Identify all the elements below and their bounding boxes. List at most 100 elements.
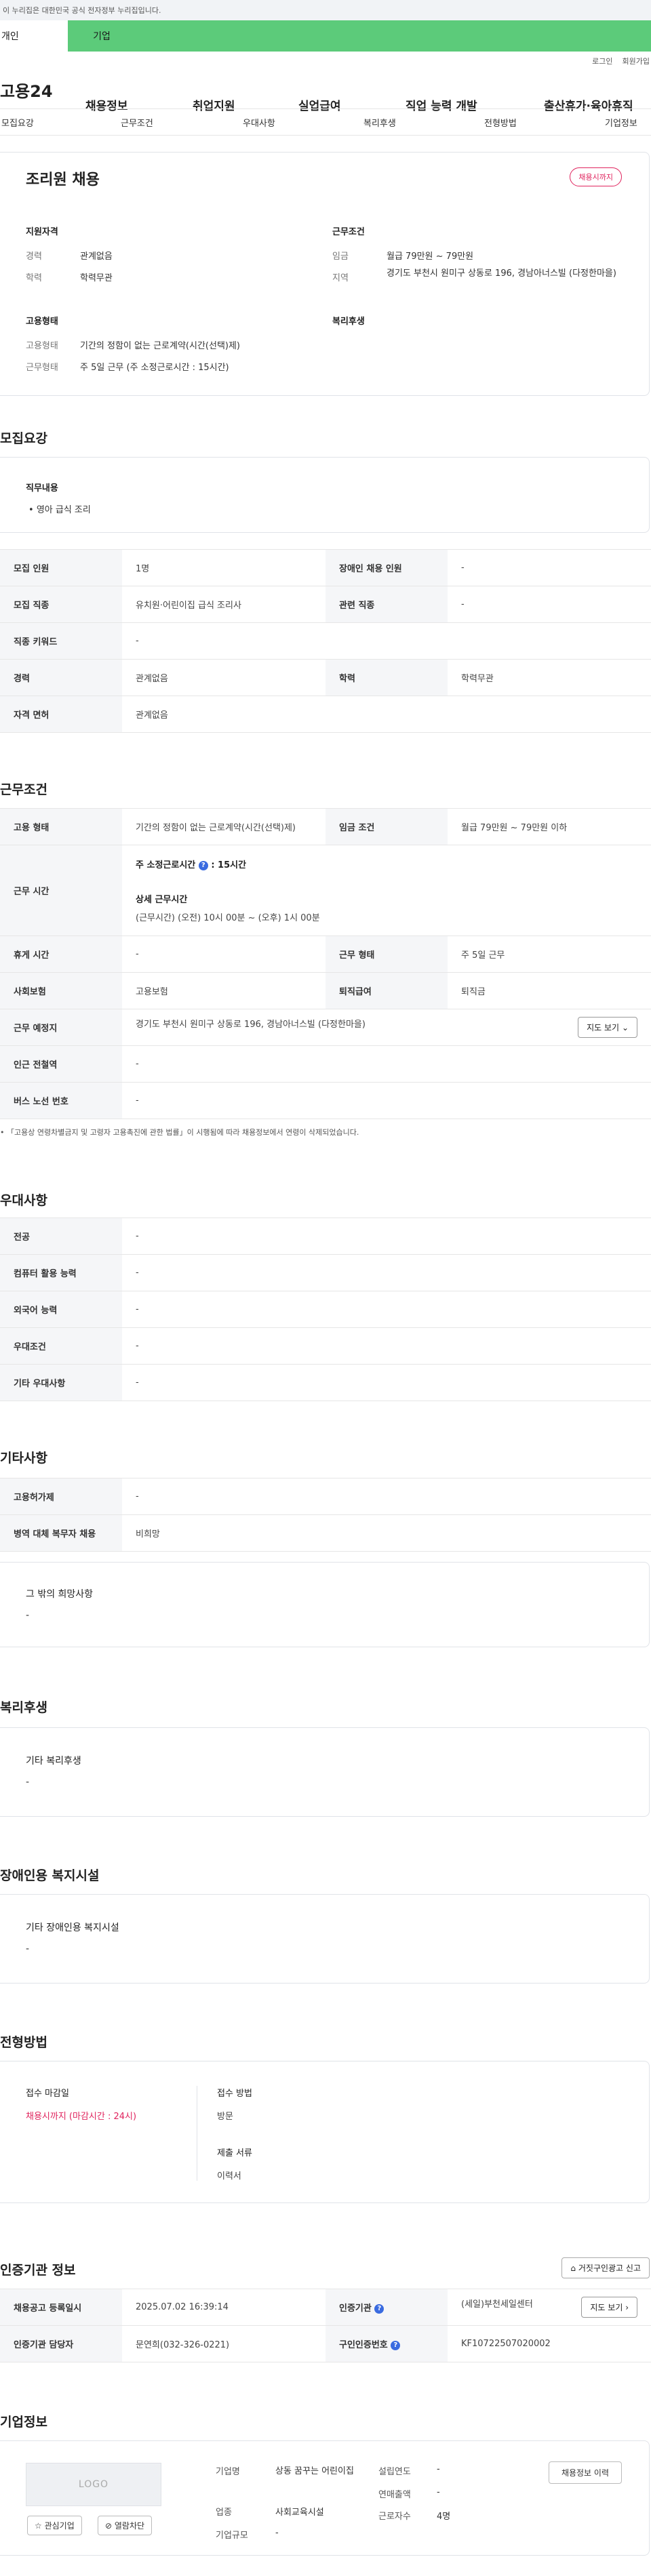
table-row: 경력 관계없음 학력 학력무관 <box>0 659 651 696</box>
table-row: 모집 직종 유치원·어린이집 급식 조리사 관련 직종 - <box>0 586 651 623</box>
block-button-label: 열람차단 <box>114 2521 145 2531</box>
table-cell: 주 5일 근무 <box>448 935 651 973</box>
table-cell: 기간의 정함이 없는 근로계약(시간(선택)제) <box>122 808 326 845</box>
table-cell: - <box>122 1291 651 1328</box>
hours-weekly-value: : 15시간 <box>211 860 247 870</box>
agency-map-button-label: 지도 보기 <box>590 2303 623 2312</box>
help-icon[interactable]: ? <box>374 2303 384 2314</box>
table-header: 외국어 능력 <box>0 1291 122 1328</box>
map-button[interactable]: 지도 보기 ⌄ <box>578 1017 637 1038</box>
table-header: 자격 면허 <box>0 696 122 733</box>
table-header: 모집 인원 <box>0 549 122 586</box>
recruit-section-title: 모집요강 <box>0 431 47 446</box>
agency-label: 인증기관 <box>339 2303 372 2314</box>
subnav-conditions[interactable]: 근무조건 <box>121 116 153 129</box>
other-wish-value: - <box>26 1610 30 1621</box>
agency-cell: (세일)부천세일센터 지도 보기 › <box>448 2289 651 2326</box>
table-cell: 관계없음 <box>122 696 651 733</box>
table-cell: - <box>122 622 651 660</box>
table-row: 고용 형태 기간의 정함이 없는 근로계약(시간(선택)제) 임금 조건 월급 … <box>0 808 651 845</box>
table-row: 근무 예정지 경기도 부천시 원미구 상동로 196, 경남아너스빌 (다정한마… <box>0 1009 651 1046</box>
table-row: 전공 - <box>0 1217 651 1255</box>
table-header: 병역 대체 복무자 채용 <box>0 1514 122 1552</box>
table-cell: 2025.07.02 16:39:14 <box>122 2289 326 2326</box>
help-icon[interactable]: ? <box>198 860 208 870</box>
subnav-recruit[interactable]: 모집요강 <box>1 116 34 129</box>
duty-item: • 영아 급식 조리 <box>28 505 91 515</box>
table-header: 학력 <box>326 659 448 696</box>
duty-box: 직무내용 • 영아 급식 조리 <box>0 457 650 533</box>
table-row: 직종 키워드 - <box>0 622 651 660</box>
table-header: 우대조건 <box>0 1327 122 1365</box>
tab-individual[interactable]: 개인 <box>0 20 68 52</box>
table-row: 고용허가제 - <box>0 1478 651 1515</box>
deadline-label: 접수 마감일 <box>26 2089 69 2099</box>
false-ad-report-button[interactable]: ⌂ 거짓구인광고 신고 <box>561 2257 650 2278</box>
job-history-button[interactable]: 채용정보 이력 <box>548 2461 622 2484</box>
login-link[interactable]: 로그인 <box>592 56 612 66</box>
site-logo[interactable]: 고용24 <box>0 78 81 102</box>
star-icon: ☆ <box>35 2521 42 2531</box>
age-footnote: • 「고용상 연령차별금지 및 고령자 고용촉진에 관한 법률」이 시행됨에 따… <box>0 1128 359 1137</box>
founded-label: 설립연도 <box>378 2467 411 2477</box>
career-value: 관계없음 <box>80 251 113 262</box>
job-subnav: 모집요강 근무조건 우대사항 복리후생 전형방법 기업정보 <box>0 108 651 136</box>
subnav-welfare[interactable]: 복리후생 <box>363 116 396 129</box>
table-header: 근무 형태 <box>326 935 448 973</box>
revenue-value: - <box>437 2487 440 2497</box>
method-label: 접수 방법 <box>217 2089 252 2099</box>
table-header: 전공 <box>0 1217 122 1255</box>
table-row: 휴게 시간 - 근무 형태 주 5일 근무 <box>0 935 651 973</box>
work-table: 고용 형태 기간의 정함이 없는 근로계약(시간(선택)제) 임금 조건 월급 … <box>0 808 651 1119</box>
industry-label: 업종 <box>216 2508 232 2518</box>
agency-map-button[interactable]: 지도 보기 › <box>581 2297 637 2318</box>
subnav-preference[interactable]: 우대사항 <box>243 116 275 129</box>
usertype-bar: 개인 기업 <box>0 20 651 52</box>
report-icon: ⌂ <box>570 2263 576 2273</box>
table-cell: - <box>448 586 651 623</box>
block-view-button[interactable]: ⊘ 열람차단 <box>98 2516 153 2535</box>
table-row: 기타 우대사항 - <box>0 1364 651 1401</box>
table-cell: 비희망 <box>122 1514 651 1552</box>
employees-value: 4명 <box>437 2512 451 2522</box>
tab-company[interactable]: 기업 <box>68 20 136 52</box>
table-row: 우대조건 - <box>0 1327 651 1365</box>
table-header: 버스 노선 번호 <box>0 1082 122 1119</box>
other-table: 고용허가제 - 병역 대체 복무자 채용 비희망 <box>0 1478 651 1552</box>
docs-value: 이력서 <box>217 2171 241 2181</box>
table-cell: 고용보험 <box>122 972 326 1009</box>
work-location-value: 경기도 부천시 원미구 상동로 196, 경남아너스빌 (다정한마을) <box>136 1020 366 1030</box>
subnav-company[interactable]: 기업정보 <box>605 116 637 129</box>
table-header: 컴퓨터 활용 능력 <box>0 1254 122 1291</box>
block-icon: ⊘ <box>105 2521 113 2531</box>
preference-table: 전공 - 컴퓨터 활용 능력 - 외국어 능력 - 우대조건 - 기타 우대사항 - <box>0 1217 651 1401</box>
table-row: 인증기관 담당자 문연희(032-326-0221) 구인인증번호 ? KF10… <box>0 2325 651 2362</box>
hours-detail-label: 상세 근무시간 <box>136 895 188 905</box>
map-button-label: 지도 보기 <box>587 1023 620 1032</box>
help-icon[interactable]: ? <box>391 2340 401 2350</box>
table-cell: - <box>448 549 651 586</box>
interest-company-button[interactable]: ☆ 관심기업 <box>27 2516 82 2535</box>
hours-detail-value: (근무시간) (오전) 10시 00분 ~ (오후) 1시 00분 <box>136 913 320 923</box>
subnav-selection[interactable]: 전형방법 <box>484 116 517 129</box>
age-footnote-text: 「고용상 연령차별금지 및 고령자 고용촉진에 관한 법률」이 시행됨에 따라 … <box>7 1128 359 1137</box>
disability-box: 기타 장애인용 복지시설 - <box>0 1894 650 1984</box>
table-cell: - <box>122 1364 651 1401</box>
table-header: 임금 조건 <box>326 808 448 845</box>
work-location-cell: 경기도 부천시 원미구 상동로 196, 경남아너스빌 (다정한마을) 지도 보… <box>122 1009 651 1046</box>
table-header: 경력 <box>0 659 122 696</box>
table-header: 근무 시간 <box>0 845 122 936</box>
company-logo: LOGO <box>26 2463 161 2506</box>
table-row: 컴퓨터 활용 능력 - <box>0 1254 651 1291</box>
welfare-box: 기타 복리후생 - <box>0 1727 650 1817</box>
welfare-summary-title: 복리후생 <box>332 317 365 327</box>
table-cell: - <box>122 1082 651 1119</box>
conditions-title: 근무조건 <box>332 227 365 237</box>
company-box: LOGO ☆ 관심기업 ⊘ 열람차단 기업명 상동 꿈꾸는 어린이집 업종 사회… <box>0 2440 650 2556</box>
table-header: 인근 전철역 <box>0 1045 122 1083</box>
qualification-title: 지원자격 <box>26 227 58 237</box>
signup-link[interactable]: 회원가입 <box>623 56 650 66</box>
work-type-value: 주 5일 근무 (주 소정근로시간 : 15시간) <box>80 363 229 373</box>
table-cell: 월급 79만원 ~ 79만원 이하 <box>448 808 651 845</box>
agency-value: (세일)부천세일센터 <box>461 2299 533 2310</box>
